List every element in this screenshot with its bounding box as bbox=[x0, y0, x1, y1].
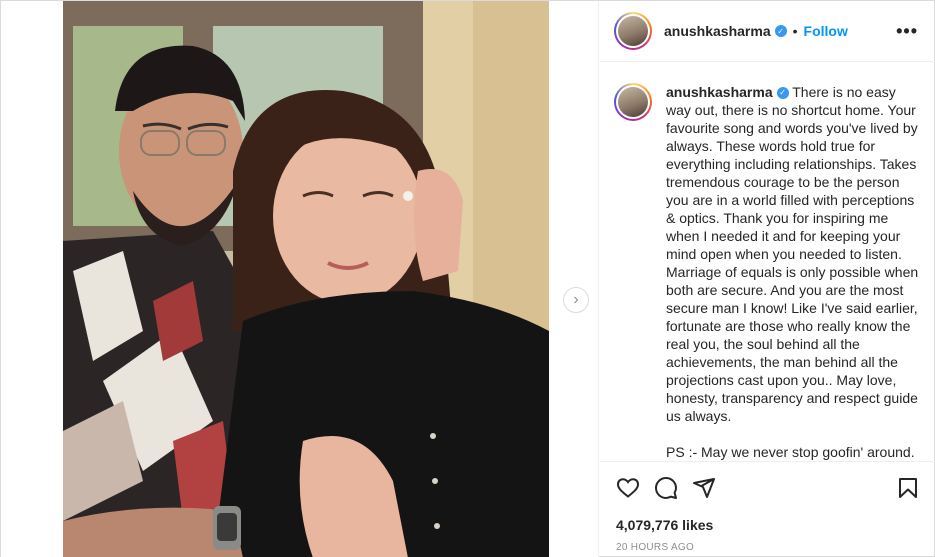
caption-area: anushkasharma ✓ There is no easy way out,… bbox=[600, 63, 935, 461]
next-slide-button[interactable]: › bbox=[563, 287, 589, 313]
more-options-icon[interactable]: ••• bbox=[896, 21, 918, 42]
caption-row: anushkasharma ✓ There is no easy way out,… bbox=[614, 83, 922, 461]
caption-body: There is no easy way out, there is no sh… bbox=[666, 84, 919, 424]
avatar-image bbox=[618, 16, 648, 46]
share-icon[interactable] bbox=[692, 476, 716, 500]
caption-text: anushkasharma ✓ There is no easy way out,… bbox=[666, 83, 922, 461]
photo-illustration bbox=[63, 1, 549, 557]
header-username[interactable]: anushkasharma bbox=[664, 23, 771, 39]
caption-username[interactable]: anushkasharma bbox=[666, 84, 773, 100]
caption-ps: PS :- May we never stop goofin' around. … bbox=[666, 444, 915, 460]
follow-button[interactable]: Follow bbox=[804, 23, 848, 39]
chevron-right-icon: › bbox=[573, 291, 579, 308]
post-header: anushkasharma ✓ • Follow ••• bbox=[600, 1, 935, 62]
action-icons bbox=[616, 476, 716, 500]
media-panel: › bbox=[1, 1, 599, 557]
actions-bar: 4,079,776 likes 20 HOURS AGO bbox=[600, 461, 935, 557]
bookmark-icon[interactable] bbox=[896, 476, 920, 500]
heart-icon[interactable] bbox=[616, 476, 640, 500]
post-card: › anushkasharma ✓ • Follow ••• anushkash… bbox=[0, 0, 935, 557]
comment-icon[interactable] bbox=[654, 476, 678, 500]
caption-verified-badge-icon: ✓ bbox=[776, 87, 789, 100]
likes-count[interactable]: 4,079,776 likes bbox=[616, 517, 713, 533]
separator-dot: • bbox=[792, 23, 798, 39]
post-timestamp[interactable]: 20 HOURS AGO bbox=[616, 542, 694, 553]
post-sidebar: anushkasharma ✓ • Follow ••• anushkashar… bbox=[600, 1, 935, 557]
caption-avatar-image bbox=[618, 87, 648, 117]
verified-badge-icon: ✓ bbox=[774, 25, 787, 37]
post-photo[interactable] bbox=[63, 1, 549, 557]
avatar[interactable] bbox=[614, 12, 652, 50]
caption-avatar[interactable] bbox=[614, 83, 652, 121]
